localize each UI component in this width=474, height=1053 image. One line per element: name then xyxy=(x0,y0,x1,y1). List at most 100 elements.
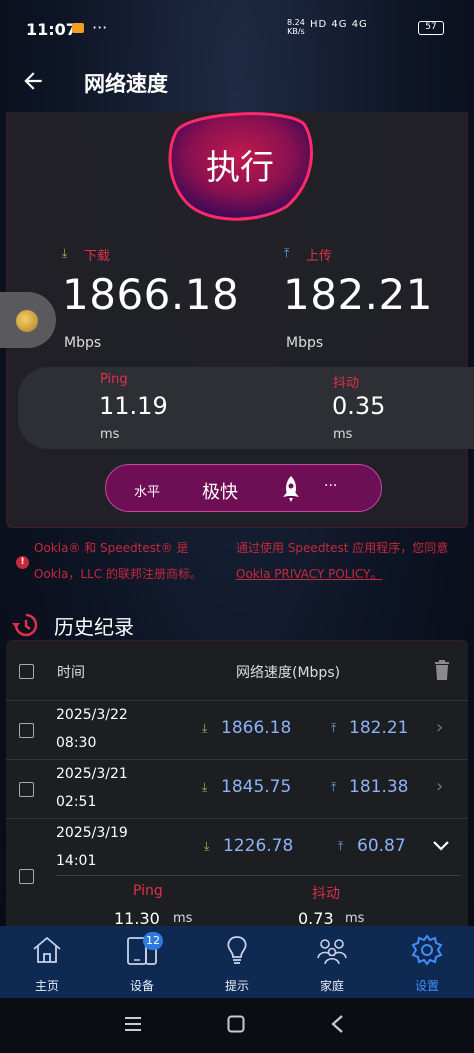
download-arrow-icon: ⤓ xyxy=(202,780,208,794)
download-value: 1866.18 xyxy=(62,270,240,319)
download-arrow-icon: ⤓ xyxy=(202,721,208,735)
info-icon: ! xyxy=(16,556,29,569)
detail-jitter-label: 抖动 xyxy=(312,886,340,902)
network-speed-value: 8.24 xyxy=(287,18,305,27)
rocket-icon xyxy=(283,476,299,502)
jitter-label: 抖动 xyxy=(333,376,360,391)
run-test-button[interactable]: 执行 xyxy=(166,140,314,189)
more-notifications-icon: ··· xyxy=(92,18,108,37)
upload-arrow-icon: ⤒ xyxy=(338,839,344,853)
col-time-header: 时间 xyxy=(57,665,85,681)
row-time: 14:01 xyxy=(56,853,97,869)
recent-apps-icon[interactable] xyxy=(124,1016,142,1032)
privacy-notice: 通过使用 Speedtest 应用程序，您同意 Ookla PRIVACY PO… xyxy=(236,535,448,587)
upload-arrow-icon: ⤒ xyxy=(331,780,337,794)
gear-icon xyxy=(411,934,443,966)
trash-icon[interactable] xyxy=(434,660,450,680)
ping-jitter-panel xyxy=(18,367,474,449)
history-table: 时间 网络速度(Mbps) 2025/3/22 08:30 ⤓ 1866.18 … xyxy=(6,640,468,930)
system-navigation-bar xyxy=(0,998,474,1053)
home-square-icon[interactable] xyxy=(227,1015,245,1033)
nav-tips-label: 提示 xyxy=(224,979,249,993)
history-clock-icon xyxy=(12,613,38,637)
bottom-navigation: 主页 设备 提示 家庭 设置 xyxy=(0,926,474,998)
upload-arrow-icon: ⤒ xyxy=(331,721,337,735)
upload-arrow-icon: ⤒ xyxy=(284,246,290,260)
network-speed: 8.24 KB/s xyxy=(287,18,305,36)
row-checkbox[interactable] xyxy=(19,782,34,797)
detail-ping-label: Ping xyxy=(133,883,163,899)
family-icon xyxy=(317,939,347,965)
chevron-right-icon[interactable]: › xyxy=(436,776,443,797)
upload-label: 上传 xyxy=(306,249,333,264)
status-time: 11:07 xyxy=(26,20,77,39)
level-value: 极快 xyxy=(202,482,238,503)
history-title: 历史纪录 xyxy=(54,615,134,639)
message-notification-icon xyxy=(72,23,84,33)
row-download: 1845.75 xyxy=(221,777,292,797)
row-checkbox[interactable] xyxy=(19,723,34,738)
coin-icon xyxy=(16,310,38,332)
nav-family-label: 家庭 xyxy=(319,979,344,993)
row-upload: 182.21 xyxy=(349,718,409,738)
chevron-right-icon[interactable]: › xyxy=(436,717,443,738)
floating-coin-tab[interactable] xyxy=(0,292,56,348)
table-row[interactable]: 2025/3/22 08:30 ⤓ 1866.18 ⤒ 182.21 › xyxy=(6,701,468,759)
download-arrow-icon: ⤓ xyxy=(204,839,210,853)
row-time: 08:30 xyxy=(56,735,97,751)
detail-divider xyxy=(56,875,461,876)
back-triangle-icon[interactable] xyxy=(330,1014,344,1034)
row-date: 2025/3/19 xyxy=(56,825,128,841)
lightbulb-icon xyxy=(227,936,247,964)
detail-ping-unit: ms xyxy=(173,911,193,926)
jitter-value: 0.35 xyxy=(332,392,386,420)
row-date: 2025/3/21 xyxy=(56,766,128,782)
table-row[interactable]: 2025/3/21 02:51 ⤓ 1845.75 ⤒ 181.38 › xyxy=(6,760,468,818)
nav-settings[interactable]: 设置 xyxy=(380,926,474,998)
privacy-line-1: 通过使用 Speedtest 应用程序，您同意 xyxy=(236,541,449,555)
back-arrow-icon[interactable] xyxy=(20,68,46,94)
speed-level-pill[interactable]: 水平 极快 ··· xyxy=(105,464,382,512)
ping-unit: ms xyxy=(100,427,120,442)
table-row-expanded[interactable]: 2025/3/19 14:01 ⤓ 1226.78 ⤒ 60.87 Ping 1… xyxy=(6,819,468,930)
row-upload: 60.87 xyxy=(357,836,406,856)
download-label: 下载 xyxy=(84,249,111,264)
nav-home-label: 主页 xyxy=(34,979,59,993)
ping-label: Ping xyxy=(100,372,128,387)
trademark-line-1: Ookla® 和 Speedtest® 是 xyxy=(34,541,189,555)
page-title: 网络速度 xyxy=(84,72,168,96)
row-download: 1866.18 xyxy=(221,718,292,738)
trademark-line-2: Ookla，LLC 的联邦注册商标。 xyxy=(34,567,202,581)
more-options-icon[interactable]: ··· xyxy=(324,478,337,494)
battery-icon: 57 xyxy=(418,21,444,35)
signal-icons: HD 4G 4G xyxy=(310,19,368,30)
row-download: 1226.78 xyxy=(223,836,294,856)
upload-value: 182.21 xyxy=(283,270,433,319)
jitter-unit: ms xyxy=(333,427,353,442)
row-upload: 181.38 xyxy=(349,777,409,797)
privacy-policy-link[interactable]: Ookla PRIVACY POLICY。 xyxy=(236,561,448,587)
ping-value: 11.19 xyxy=(99,392,168,420)
nav-home[interactable]: 主页 xyxy=(0,926,94,998)
nav-devices-label: 设备 xyxy=(129,979,154,993)
nav-family[interactable]: 家庭 xyxy=(285,926,379,998)
row-checkbox[interactable] xyxy=(19,869,34,884)
network-speed-unit: KB/s xyxy=(287,27,305,36)
upload-unit: Mbps xyxy=(286,335,324,351)
nav-devices[interactable]: 设备 xyxy=(95,926,189,998)
nav-tips[interactable]: 提示 xyxy=(190,926,284,998)
select-all-checkbox[interactable] xyxy=(19,664,34,679)
col-speed-header: 网络速度(Mbps) xyxy=(236,665,341,681)
download-unit: Mbps xyxy=(64,335,102,351)
level-key: 水平 xyxy=(134,485,161,500)
devices-count-badge: 12 xyxy=(143,932,163,950)
download-arrow-icon: ⤓ xyxy=(62,246,68,260)
row-time: 02:51 xyxy=(56,794,97,810)
nav-settings-label: 设置 xyxy=(414,979,439,993)
trademark-notice: Ookla® 和 Speedtest® 是 Ookla，LLC 的联邦注册商标。 xyxy=(34,535,202,587)
row-date: 2025/3/22 xyxy=(56,707,128,723)
home-icon xyxy=(33,936,61,963)
chevron-down-icon[interactable] xyxy=(432,839,450,853)
status-bar: 11:07 ··· 8.24 KB/s HD 4G 4G 57 xyxy=(0,0,474,46)
detail-jitter-unit: ms xyxy=(345,911,365,926)
